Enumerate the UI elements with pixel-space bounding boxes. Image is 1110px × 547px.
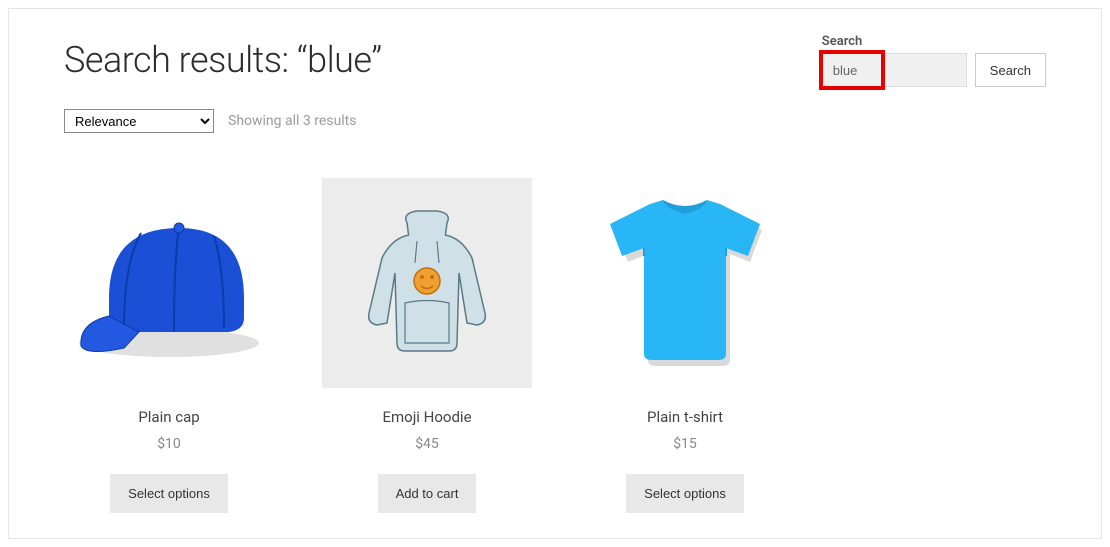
tshirt-icon <box>588 186 783 381</box>
page-container: Search results: “blue” Search Search Rel… <box>8 8 1102 539</box>
product-price: $45 <box>322 436 532 452</box>
product-title: Plain t-shirt <box>580 408 790 426</box>
product-title: Emoji Hoodie <box>322 408 532 426</box>
select-options-button[interactable]: Select options <box>626 474 744 513</box>
product-card: Plain t-shirt $15 Select options <box>580 178 790 513</box>
product-image[interactable] <box>322 178 532 388</box>
product-image[interactable] <box>64 178 274 388</box>
page-title: Search results: “blue” <box>64 39 382 81</box>
controls-row: Relevance Showing all 3 results <box>64 109 1046 133</box>
product-card: Plain cap $10 Select options <box>64 178 274 513</box>
product-card: Emoji Hoodie $45 Add to cart <box>322 178 532 513</box>
search-input[interactable] <box>822 53 967 87</box>
product-image[interactable] <box>580 178 790 388</box>
search-row: Search <box>822 53 1046 87</box>
product-title: Plain cap <box>64 408 274 426</box>
search-widget: Search Search <box>822 34 1046 87</box>
hoodie-icon <box>357 203 497 363</box>
sort-select[interactable]: Relevance <box>64 109 214 133</box>
cap-icon <box>69 198 269 368</box>
header-row: Search results: “blue” Search Search <box>64 39 1046 87</box>
products-grid: Plain cap $10 Select options Emoji <box>64 178 1046 513</box>
results-count: Showing all 3 results <box>228 113 356 129</box>
product-price: $10 <box>64 436 274 452</box>
product-price: $15 <box>580 436 790 452</box>
search-label: Search <box>822 34 1046 49</box>
search-input-wrap <box>822 53 967 87</box>
select-options-button[interactable]: Select options <box>110 474 228 513</box>
search-button[interactable]: Search <box>975 53 1046 87</box>
add-to-cart-button[interactable]: Add to cart <box>378 474 477 513</box>
